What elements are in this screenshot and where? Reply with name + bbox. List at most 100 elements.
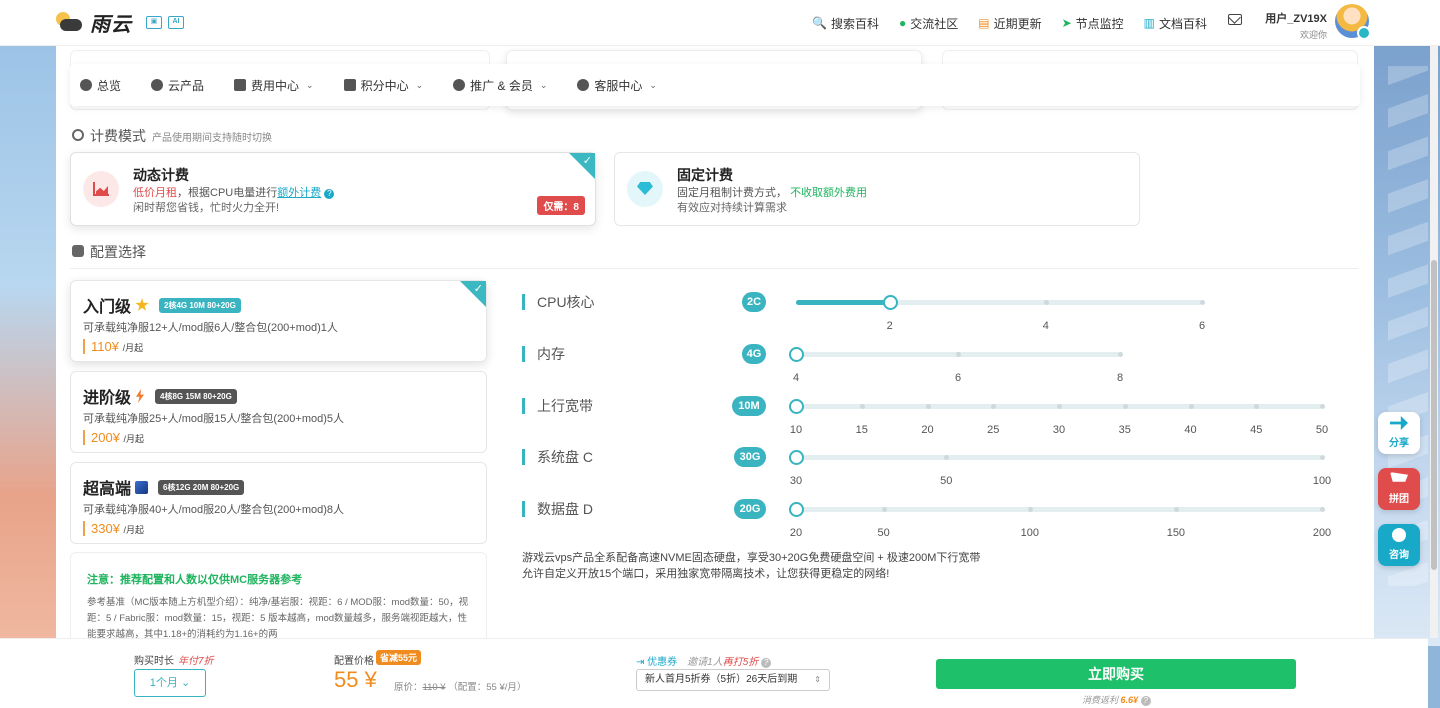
subnav-billing-center[interactable]: 费用中心 ⌄	[234, 77, 314, 94]
chevron-down-icon: ⌄	[180, 677, 191, 689]
slider-handle[interactable]	[789, 450, 804, 465]
slider-step-dot[interactable]	[859, 404, 865, 409]
chevron-down-icon: ⌄	[415, 79, 424, 90]
subnav-cloud-products[interactable]: 云产品	[151, 77, 204, 94]
slider-step-dot[interactable]	[1043, 300, 1049, 305]
rebate-note: 消费返利 6.6¥ ?	[1082, 693, 1151, 706]
plan-price: 110¥ /月起	[83, 339, 143, 354]
slider-tick-label: 10	[789, 424, 803, 436]
slider-step-dot[interactable]	[881, 507, 887, 512]
coupon-icon: ⇥	[636, 657, 645, 668]
buy-now-button[interactable]: 立即购买	[936, 659, 1296, 689]
slider-tick-label: 40	[1184, 424, 1197, 436]
plan-card-advanced[interactable]: 进阶级 4核8G 15M 80+20G 可承载纯净服25+人/mod服15人/整合…	[70, 371, 487, 453]
slider-row: 系统盘 C 30G 30 50 100	[522, 447, 1331, 489]
slider-tick-label: 15	[855, 424, 868, 436]
slider-tick-label: 25	[987, 424, 1000, 436]
consult-button[interactable]: 咨询	[1378, 524, 1420, 566]
slider-label: 系统盘 C	[522, 449, 593, 465]
premium-icon	[135, 480, 149, 494]
duration-select[interactable]: 1个月 ⌄	[134, 669, 206, 697]
slider-step-dot[interactable]	[1200, 300, 1205, 305]
cubes-icon	[151, 79, 164, 91]
scrollbar[interactable]	[1430, 46, 1438, 638]
main-panel: 总览 云产品 费用中心 ⌄ 积分中心 ⌄ 推广 & 会员 ⌄ 客服中心 ⌄ 计费模式 产…	[56, 46, 1374, 638]
slider-fill	[796, 300, 890, 305]
slider-handle[interactable]	[882, 295, 898, 310]
top-nav-updates[interactable]: ▤ 近期更新	[978, 15, 1041, 32]
top-nav-community[interactable]: ● 交流社区	[899, 15, 958, 32]
top-nav-search[interactable]: 🔍 搜索百科	[812, 15, 879, 32]
slider-step-dot[interactable]	[1188, 404, 1194, 409]
slider-handle[interactable]	[789, 347, 804, 362]
extra-billing-link[interactable]: 额外计费	[277, 187, 321, 199]
slider-track[interactable]: 30 50 100	[789, 450, 1331, 487]
slider-value-badge: 2C	[742, 292, 766, 312]
slider-step-dot[interactable]	[1122, 404, 1128, 409]
slider-step-dot[interactable]	[1118, 352, 1123, 357]
billing-dynamic-card[interactable]: 动态计费 低价月租，根据CPU电量进行额外计费 ? 闲时帮您省钱，忙时火力全开!…	[70, 152, 596, 226]
slider-step-dot[interactable]	[1320, 507, 1325, 512]
slider-label: CPU核心	[522, 294, 595, 310]
slider-step-dot[interactable]	[1057, 404, 1062, 409]
plan-spec-badge: 4核8G 15M 80+20G	[155, 388, 237, 404]
slider-step-dot[interactable]	[1254, 404, 1260, 409]
slider-track[interactable]: 4 6 8	[789, 347, 1123, 384]
slider-handle[interactable]	[789, 399, 804, 414]
subnav-support[interactable]: 客服中心 ⌄	[577, 77, 657, 94]
logo-text: 雨云	[90, 14, 132, 36]
help-icon[interactable]: ?	[324, 189, 335, 199]
slider-tick-label: 8	[1116, 372, 1124, 384]
slider-tick-label: 20	[921, 424, 934, 436]
logo[interactable]: 雨云 ▣ AI	[54, 8, 184, 37]
subnav-points-center[interactable]: 积分中心 ⌄	[343, 77, 424, 94]
slider-handle[interactable]	[789, 502, 804, 517]
coupon-select[interactable]: 新人首月5折券（5折）26天后到期 ⇕	[636, 669, 830, 691]
slider-track[interactable]: 10 15 20 25 30 35 40 45 50	[789, 399, 1328, 436]
slider-tick-label: 4	[792, 372, 800, 384]
billing-fixed-card[interactable]: 固定计费 固定月租制计费方式， 不收取额外费用 有效应对持续计算需求	[614, 152, 1140, 226]
share-button[interactable]: 分享	[1378, 412, 1420, 454]
slider-track[interactable]: 20 50 100 150 200	[789, 502, 1331, 539]
slider-tick-label: 30	[1052, 424, 1066, 436]
chevron-down-icon: ⌄	[539, 79, 548, 90]
calendar-icon: ▤	[978, 16, 990, 30]
config-section-title: 配置选择	[72, 242, 146, 262]
slider-step-dot[interactable]	[925, 404, 931, 409]
avatar[interactable]	[1335, 4, 1371, 40]
chevron-down-icon: ⌄	[649, 79, 657, 90]
top-nav-monitor[interactable]: ➤ 节点监控	[1062, 15, 1124, 32]
slider-step-dot[interactable]	[1173, 507, 1179, 512]
user-info[interactable]: 用户_ZV19X 欢迎你	[1265, 10, 1327, 41]
original-price: 原价：110 ¥ （配置：55 ¥/月）	[394, 682, 527, 693]
users-icon	[453, 79, 466, 91]
slider-step-dot[interactable]	[956, 352, 961, 357]
slider-step-dot[interactable]	[1320, 404, 1325, 409]
gift-icon	[343, 79, 356, 91]
ai-icon[interactable]: AI	[168, 16, 184, 29]
plan-card-entry[interactable]: 入门级 2核4G 10M 80+20G 可承载纯净服12+人/mod服6人/整合包…	[70, 280, 487, 362]
recommendation-note: 注意：推荐配置和人数以仅供MC服务器参考 参考基准（MC版本随上方机型介绍）：纯…	[70, 552, 487, 638]
background-left	[0, 46, 58, 646]
slider-track[interactable]: 2 4 6	[796, 295, 1205, 332]
image-icon[interactable]: ▣	[146, 16, 162, 29]
slider-tick-label: 100	[1312, 475, 1332, 487]
group-buy-button[interactable]: 拼团	[1378, 468, 1420, 510]
divider	[70, 268, 1358, 269]
slider-tick-label: 20	[789, 527, 803, 539]
slider-step-dot[interactable]	[944, 455, 950, 460]
purchase-bar: 购买时长 年付7折 1个月 ⌄ 配置价格 省减55元 55 ¥ 原价：110 ¥ …	[0, 638, 1428, 708]
help-icon[interactable]: ?	[761, 658, 772, 668]
plan-card-premium[interactable]: 超高端 6核12G 20M 80+20G 可承载纯净服40+人/mod服20人/整…	[70, 462, 487, 544]
help-icon[interactable]: ?	[1140, 696, 1151, 706]
slider-step-dot[interactable]	[991, 404, 997, 409]
slider-step-dot[interactable]	[1027, 507, 1033, 512]
subnav-overview[interactable]: 总览	[80, 77, 121, 94]
subnav-promotion[interactable]: 推广 & 会员 ⌄	[453, 77, 547, 94]
slider-step-dot[interactable]	[1320, 455, 1325, 460]
top-nav-docs[interactable]: ▥ 文档百科	[1144, 15, 1207, 32]
mail-icon[interactable]	[1228, 14, 1242, 25]
slider-tick-label: 50	[940, 475, 953, 487]
lightning-icon	[136, 389, 145, 403]
slider-tick-label: 50	[1315, 424, 1329, 436]
